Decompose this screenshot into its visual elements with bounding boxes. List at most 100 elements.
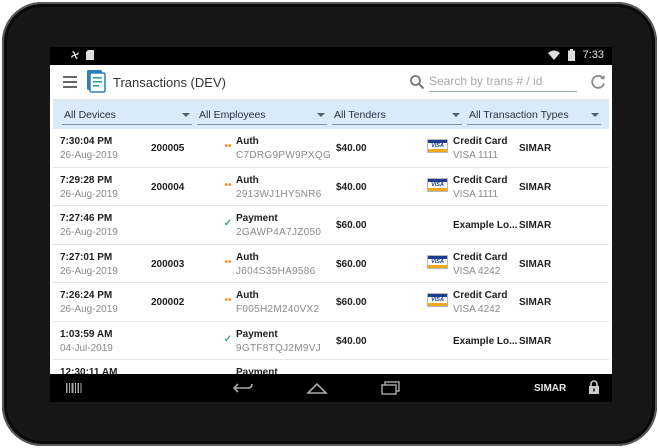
employee-name: SIMAR [519,181,552,193]
transaction-time: 7:27:46 PM [60,213,113,224]
filter-label: All Transaction Types [469,109,569,121]
visa-card-icon: VISA [427,254,448,269]
tablet-device-frame: 7:33 Transactions (DEV) Search by trans … [2,2,657,446]
transaction-date: 04-Jul-2019 [60,342,113,354]
transaction-amount: $60.00 [336,258,367,270]
transaction-type: Payment [236,328,278,340]
pending-status-icon: •• [224,141,232,152]
transaction-row[interactable]: 7:26:24 PM 26-Aug-2019 200002 •• Auth F005H2M… [53,283,609,322]
transaction-date: 26-Aug-2019 [60,188,118,200]
transaction-date: 26-Aug-2019 [60,265,118,277]
visa-card-icon: VISA [427,293,448,307]
transaction-id: C7DRG9PW9PXQG [236,150,332,161]
transaction-row[interactable]: 7:29:28 PM 26-Aug-2019 200004 •• Auth 2913WJ1… [53,167,609,206]
check-icon: ✓ [223,333,233,345]
transaction-number: 200003 [151,258,185,270]
employee-name: SIMAR [519,143,552,154]
tender-type: Credit Card [453,136,508,147]
transaction-date: 26-Aug-2019 [60,227,118,238]
transaction-amount: $40.00 [336,143,367,154]
employee-filter-dropdown[interactable]: All Employees [197,105,327,125]
fan-notification-icon [71,51,79,59]
card-number: VISA 4242 [453,304,501,315]
transaction-number: 200004 [151,181,185,193]
status-time: 7:33 [582,49,604,61]
current-user-label[interactable]: SIMAR [534,383,566,394]
home-icon[interactable] [306,382,328,394]
transaction-id: F005H2M240VX2 [236,304,320,315]
sd-card-icon [86,50,94,60]
wifi-icon [547,50,560,60]
transaction-id: 2913WJ1HY5NR6 [236,188,322,200]
battery-icon [567,49,575,61]
transaction-row[interactable]: 1:03:59 AM 04-Jul-2019 ✓ Payment 9GTF8TQJ2M9… [53,321,609,360]
chevron-down-icon [317,113,325,117]
app-bar: Transactions (DEV) [53,65,609,100]
transaction-amount: $60.00 [336,297,367,308]
device-filter-dropdown[interactable]: All Devices [62,105,192,125]
transaction-type: Auth [236,251,259,263]
pending-status-icon: •• [224,256,232,268]
employee-name: SIMAR [519,220,552,231]
filter-bar: All Devices All Employees All Tenders Al… [53,100,609,129]
transaction-row[interactable]: 7:27:01 PM 26-Aug-2019 200003 •• Auth J604S35… [53,244,609,283]
tender-type: Example Lo... [453,335,518,347]
transaction-type-filter-dropdown[interactable]: All Transaction Types [467,105,601,125]
transaction-time: 7:30:04 PM [60,136,113,147]
card-number: VISA 1111 [453,188,499,200]
tender-type: Credit Card [453,251,508,263]
card-number: VISA 1111 [453,150,499,161]
transaction-type: Auth [236,290,259,301]
status-bar: 7:33 [50,47,612,65]
chevron-down-icon [452,113,460,117]
back-icon[interactable] [233,382,253,394]
visa-card-icon: VISA [427,139,448,153]
transaction-amount: $60.00 [336,220,367,231]
transaction-amount: $40.00 [336,181,367,193]
barcode-icon[interactable] [66,383,82,393]
transaction-list: 7:30:04 PM 26-Aug-2019 200005 •• Auth C7DRG9P… [53,129,609,399]
check-icon: ✓ [223,218,233,229]
transaction-number: 200002 [151,297,185,308]
tender-filter-dropdown[interactable]: All Tenders [332,105,462,125]
filter-label: All Devices [64,109,116,121]
employee-name: SIMAR [519,335,552,347]
search-input[interactable] [429,71,577,92]
visa-card-icon: VISA [427,177,448,192]
tender-type: Credit Card [453,174,508,186]
transaction-number: 200005 [151,143,185,154]
transaction-row[interactable]: 7:30:04 PM 26-Aug-2019 200005 •• Auth C7DRG9P… [53,129,609,168]
transaction-row[interactable]: 7:27:46 PM 26-Aug-2019 ✓ Payment 2GAWP4A7JZ0… [53,206,609,245]
menu-icon[interactable] [63,76,77,88]
card-number: VISA 4242 [453,265,501,277]
recent-apps-icon[interactable] [381,381,401,395]
employee-name: SIMAR [519,258,552,270]
app-logo-icon [87,70,106,93]
tender-type: Example Lo... [453,220,518,231]
transaction-time: 7:26:24 PM [60,290,113,301]
transaction-time: 7:27:01 PM [60,251,113,263]
transaction-type: Auth [236,136,259,147]
pending-status-icon: •• [224,295,232,306]
transaction-type: Auth [236,174,259,186]
tender-type: Credit Card [453,290,508,301]
transaction-amount: $40.00 [336,335,367,347]
lock-icon[interactable] [588,380,600,395]
transaction-time: 1:03:59 AM [60,328,113,340]
transaction-date: 26-Aug-2019 [60,150,118,161]
transaction-time: 7:29:28 PM [60,174,113,186]
chevron-down-icon [591,113,599,117]
status-icons-left [70,50,94,60]
filter-label: All Tenders [334,109,386,121]
transaction-type: Payment [236,213,278,224]
status-icons-right: 7:33 [547,49,604,61]
transaction-date: 26-Aug-2019 [60,304,118,315]
page-title: Transactions (DEV) [113,75,226,90]
refresh-icon[interactable] [589,73,607,91]
search-icon[interactable] [409,74,425,90]
transaction-id: J604S35HA9586 [236,265,316,277]
employee-name: SIMAR [519,297,552,308]
transaction-id: 9GTF8TQJ2M9VJ [236,342,322,354]
screen: 7:33 Transactions (DEV) Search by trans … [50,47,612,402]
filter-label: All Employees [199,109,266,121]
